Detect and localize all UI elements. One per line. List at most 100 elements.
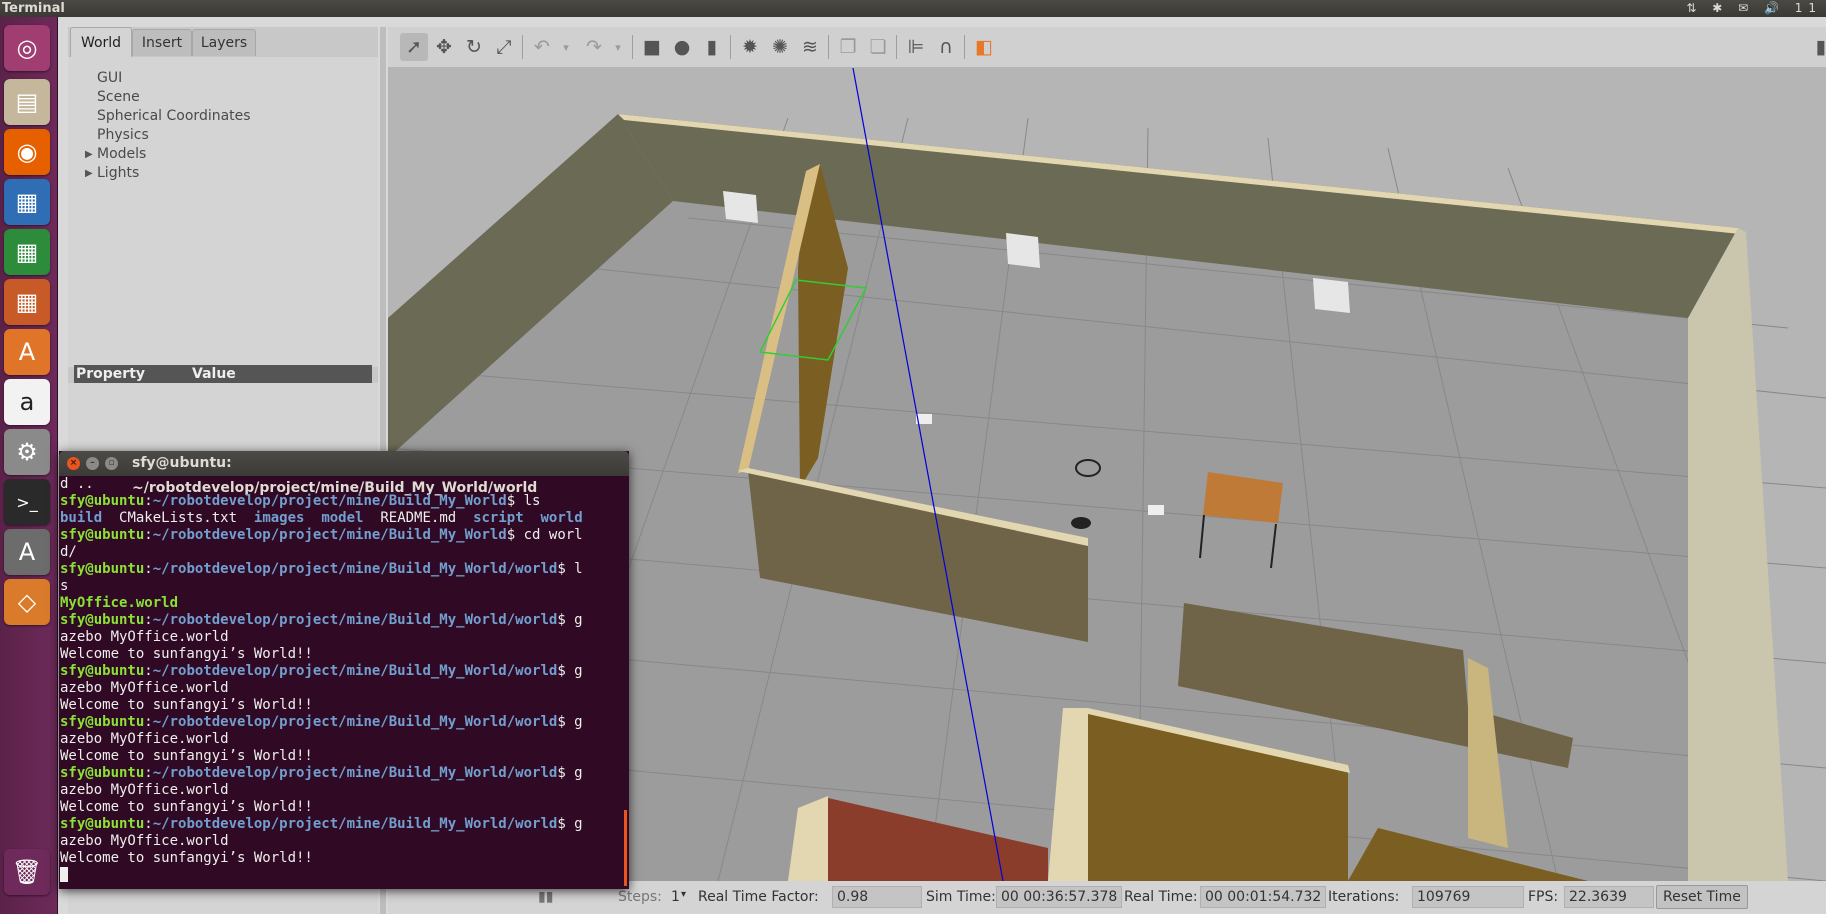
- settings-icon[interactable]: ⚙: [4, 429, 50, 475]
- iterations-field: 109769: [1412, 886, 1524, 908]
- real-time-field: 00 00:01:54.732: [1200, 886, 1326, 908]
- point-light-icon[interactable]: ✹: [736, 33, 764, 61]
- panel-tabs: World Insert Layers: [68, 27, 378, 58]
- software-center-icon[interactable]: A: [4, 329, 50, 375]
- terminal-line: sfy@ubuntu:~/robotdevelop/project/mine/B…: [60, 527, 583, 543]
- prompt-path: ~/robotdevelop/project/mine/Build_My_Wor…: [152, 714, 558, 730]
- command-text: $ g: [557, 612, 583, 628]
- updater-icon[interactable]: A: [4, 529, 50, 575]
- box-shape-icon[interactable]: ■: [638, 33, 666, 61]
- tab-world[interactable]: World: [70, 27, 132, 58]
- iterations-label: Iterations:: [1328, 889, 1400, 905]
- tree-item-physics[interactable]: Physics: [97, 126, 149, 145]
- select-mode-icon[interactable]: ➚: [400, 33, 428, 61]
- world-tree: GUI Scene Spherical Coordinates Physics …: [68, 57, 378, 367]
- tree-item-gui[interactable]: GUI: [97, 69, 122, 88]
- prompt-user: sfy@ubuntu: [60, 663, 145, 679]
- ls-entry: model: [321, 510, 364, 526]
- system-indicators[interactable]: ⇅ ✱ ✉ 🔊 11: [1686, 0, 1822, 17]
- steps-value[interactable]: 1: [671, 889, 680, 905]
- trash-icon[interactable]: 🗑: [4, 849, 50, 895]
- terminal-icon[interactable]: >_: [4, 479, 50, 525]
- command-text: $ cd worl: [506, 527, 583, 543]
- tab-insert[interactable]: Insert: [132, 29, 192, 56]
- close-icon[interactable]: ×: [67, 457, 80, 470]
- unity-launcher: ◎ ▤ ◉ ▦ ▦ ▦ Aa ⚙ >_ A ◇ 🗑: [0, 17, 58, 914]
- amazon-icon[interactable]: a: [4, 379, 50, 425]
- virtualbox-icon[interactable]: ◇: [4, 579, 50, 625]
- terminal-line: azebo MyOffice.world: [60, 833, 229, 849]
- model-object: [1148, 505, 1164, 515]
- tree-item-label: Models: [97, 146, 147, 162]
- align-icon[interactable]: ⊫: [902, 33, 930, 61]
- terminal-output[interactable]: d .. sfy@ubuntu:~/robotdevelop/project/m…: [60, 476, 628, 889]
- terminal-line: azebo MyOffice.world: [60, 629, 229, 645]
- view-angle-icon[interactable]: ◧: [970, 33, 998, 61]
- tree-item-label: Lights: [97, 165, 140, 181]
- cylinder-shape-icon[interactable]: ▮: [698, 33, 726, 61]
- prompt-user: sfy@ubuntu: [60, 561, 145, 577]
- firefox-icon[interactable]: ◉: [4, 129, 50, 175]
- tree-item-models[interactable]: ▶ Models: [85, 145, 147, 164]
- real-time-label: Real Time:: [1124, 889, 1198, 905]
- minimize-icon[interactable]: –: [86, 457, 99, 470]
- terminal-scrollbar[interactable]: [624, 810, 627, 886]
- sim-time-field: 00 00:36:57.378: [996, 886, 1122, 908]
- terminal-window[interactable]: × – ▫ sfy@ubuntu: ~/robotdevelop/project…: [59, 451, 629, 889]
- tab-layers[interactable]: Layers: [192, 29, 256, 56]
- screenshot-icon[interactable]: ▮: [1816, 33, 1826, 61]
- translate-mode-icon[interactable]: ✥: [430, 33, 458, 61]
- ls-entry: script: [473, 510, 524, 526]
- terminal-line: MyOffice.world: [60, 595, 179, 611]
- ls-entry: README.md: [380, 510, 457, 526]
- window: [1006, 233, 1040, 268]
- sphere-shape-icon[interactable]: ●: [668, 33, 696, 61]
- expand-arrow-icon[interactable]: ▶: [85, 164, 93, 183]
- ls-entry: world: [540, 510, 583, 526]
- directional-light-icon[interactable]: ≋: [796, 33, 824, 61]
- terminal-line: sfy@ubuntu:~/robotdevelop/project/mine/B…: [60, 816, 583, 832]
- tree-item-lights[interactable]: ▶ Lights: [85, 164, 140, 183]
- top-panel: Terminal ⇅ ✱ ✉ 🔊 11: [0, 0, 1826, 17]
- reset-time-button[interactable]: Reset Time: [1656, 885, 1748, 909]
- undo-history-icon[interactable]: ▾: [552, 33, 580, 61]
- prompt-user: sfy@ubuntu: [60, 527, 145, 543]
- lamp-base: [1071, 517, 1091, 529]
- prompt-user: sfy@ubuntu: [60, 714, 145, 730]
- terminal-line: Welcome to sunfangyi’s World!!: [60, 748, 313, 764]
- active-app-title: Terminal: [2, 1, 65, 16]
- snap-icon[interactable]: ∩: [932, 33, 960, 61]
- writer-icon[interactable]: ▦: [4, 179, 50, 225]
- scale-mode-icon[interactable]: ⤢: [490, 33, 518, 61]
- terminal-line: build CMakeLists.txt images model README…: [60, 510, 628, 527]
- copy-icon[interactable]: ❐: [834, 33, 862, 61]
- impress-icon[interactable]: ▦: [4, 279, 50, 325]
- paste-icon[interactable]: ❏: [864, 33, 892, 61]
- maximize-icon[interactable]: ▫: [105, 457, 118, 470]
- play-pause-icon[interactable]: ▮▮: [538, 889, 553, 905]
- command-text: $ g: [557, 663, 583, 679]
- ubuntu-dash-icon[interactable]: ◎: [4, 25, 50, 71]
- text-cursor: [60, 867, 68, 882]
- property-table-header: Property Value: [74, 365, 372, 383]
- terminal-line: [60, 867, 628, 884]
- calc-icon[interactable]: ▦: [4, 229, 50, 275]
- rotate-mode-icon[interactable]: ↻: [460, 33, 488, 61]
- steps-spinner-icon[interactable]: ▾: [681, 889, 686, 900]
- terminal-line: sfy@ubuntu:~/robotdevelop/project/mine/B…: [60, 561, 583, 577]
- toolbar-separator: [632, 35, 633, 59]
- terminal-line: sfy@ubuntu:~/robotdevelop/project/mine/B…: [60, 765, 583, 781]
- tree-item-spherical-coordinates[interactable]: Spherical Coordinates: [97, 107, 251, 126]
- tree-item-scene[interactable]: Scene: [97, 88, 140, 107]
- terminal-line: Welcome to sunfangyi’s World!!: [60, 646, 313, 662]
- command-text: $ ls: [506, 493, 541, 509]
- prompt-path: ~/robotdevelop/project/mine/Build_My_Wor…: [152, 561, 558, 577]
- spot-light-icon[interactable]: ✺: [766, 33, 794, 61]
- files-icon[interactable]: ▤: [4, 79, 50, 125]
- command-text: $ g: [557, 816, 583, 832]
- terminal-line: azebo MyOffice.world: [60, 782, 229, 798]
- redo-history-icon[interactable]: ▾: [604, 33, 632, 61]
- expand-arrow-icon[interactable]: ▶: [85, 145, 93, 164]
- prompt-path: ~/robotdevelop/project/mine/Build_My_Wor…: [152, 612, 558, 628]
- terminal-titlebar[interactable]: × – ▫ sfy@ubuntu: ~/robotdevelop/project…: [59, 451, 629, 496]
